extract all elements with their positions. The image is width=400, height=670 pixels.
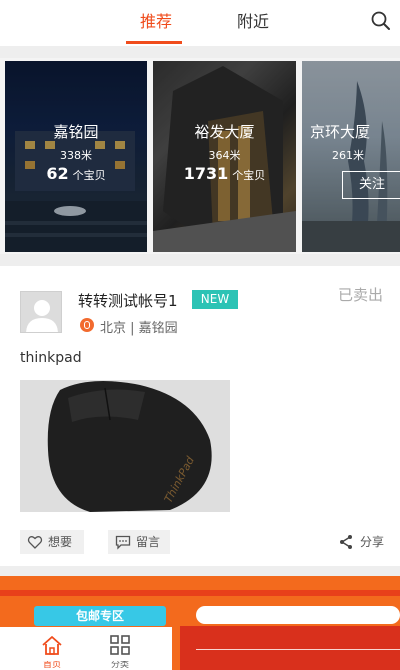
want-label: 想要 (48, 535, 73, 549)
item-count: 62 个宝贝 (46, 164, 106, 183)
search-icon[interactable] (370, 10, 392, 32)
want-button[interactable]: 想要 (20, 530, 84, 554)
nav-home[interactable]: 首页 (30, 631, 74, 670)
promo-panel (180, 626, 400, 670)
comment-label: 留言 (136, 535, 161, 549)
share-label: 分享 (360, 535, 385, 549)
free-shipping-ribbon[interactable]: 包邮专区 (34, 606, 166, 626)
top-tab-bar: 推荐 附近 (0, 0, 400, 46)
divider (0, 254, 400, 266)
tab-nearby[interactable]: 附近 (237, 10, 269, 34)
comment-icon (115, 535, 131, 550)
location-card-carousel[interactable]: 嘉铭园 338米 62 个宝贝 裕发大厦 364米 1731 个宝贝 京环大厦 26… (0, 58, 400, 254)
location-card[interactable]: 京环大厦 261米 关注 (302, 61, 400, 252)
active-tab-indicator (126, 41, 182, 44)
divider (196, 649, 400, 650)
location-card[interactable]: 嘉铭园 338米 62 个宝贝 (5, 61, 147, 252)
product-image[interactable]: ThinkPad (20, 380, 230, 512)
promo-stripe (0, 590, 400, 596)
mouse-photo: ThinkPad (20, 380, 230, 512)
location-name: 嘉铭园 (53, 123, 99, 141)
share-button[interactable]: 分享 (336, 530, 384, 554)
avatar[interactable] (20, 291, 62, 333)
share-icon (340, 535, 352, 549)
username[interactable]: 转转测试帐号1 (78, 290, 178, 311)
nav-category[interactable]: 分类 (98, 631, 142, 670)
location-distance: 364米 (208, 149, 241, 162)
post-location: 北京 | 嘉铭园 (100, 321, 178, 336)
nav-home-label: 首页 (42, 661, 61, 670)
follow-button[interactable]: 关注 (342, 171, 400, 199)
tab-recommend[interactable]: 推荐 (140, 10, 172, 34)
divider (0, 566, 400, 576)
nav-category-label: 分类 (110, 661, 129, 670)
location-name: 京环大厦 (310, 123, 371, 141)
home-icon (42, 636, 62, 655)
location-card[interactable]: 裕发大厦 364米 1731 个宝贝 (153, 61, 296, 252)
bottom-navigation: 首页 分类 (0, 627, 172, 670)
status-badge: 已卖出 (338, 286, 384, 304)
default-avatar-icon (26, 300, 58, 332)
location-distance: 261米 (332, 149, 364, 162)
promo-bar (196, 606, 400, 624)
location-distance: 338米 (60, 149, 92, 162)
item-count: 1731 个宝贝 (183, 164, 266, 183)
comment-button[interactable]: 留言 (108, 530, 170, 554)
location-pin-icon (80, 318, 94, 332)
location-name: 裕发大厦 (194, 123, 255, 141)
divider (0, 46, 400, 58)
grid-icon (110, 635, 130, 655)
heart-icon (27, 536, 43, 549)
post-card[interactable]: 转转测试帐号1 NEW 已卖出 北京 | 嘉铭园 thinkpad ThinkP… (0, 266, 400, 566)
post-title[interactable]: thinkpad (20, 350, 82, 366)
new-badge: NEW (192, 290, 238, 309)
